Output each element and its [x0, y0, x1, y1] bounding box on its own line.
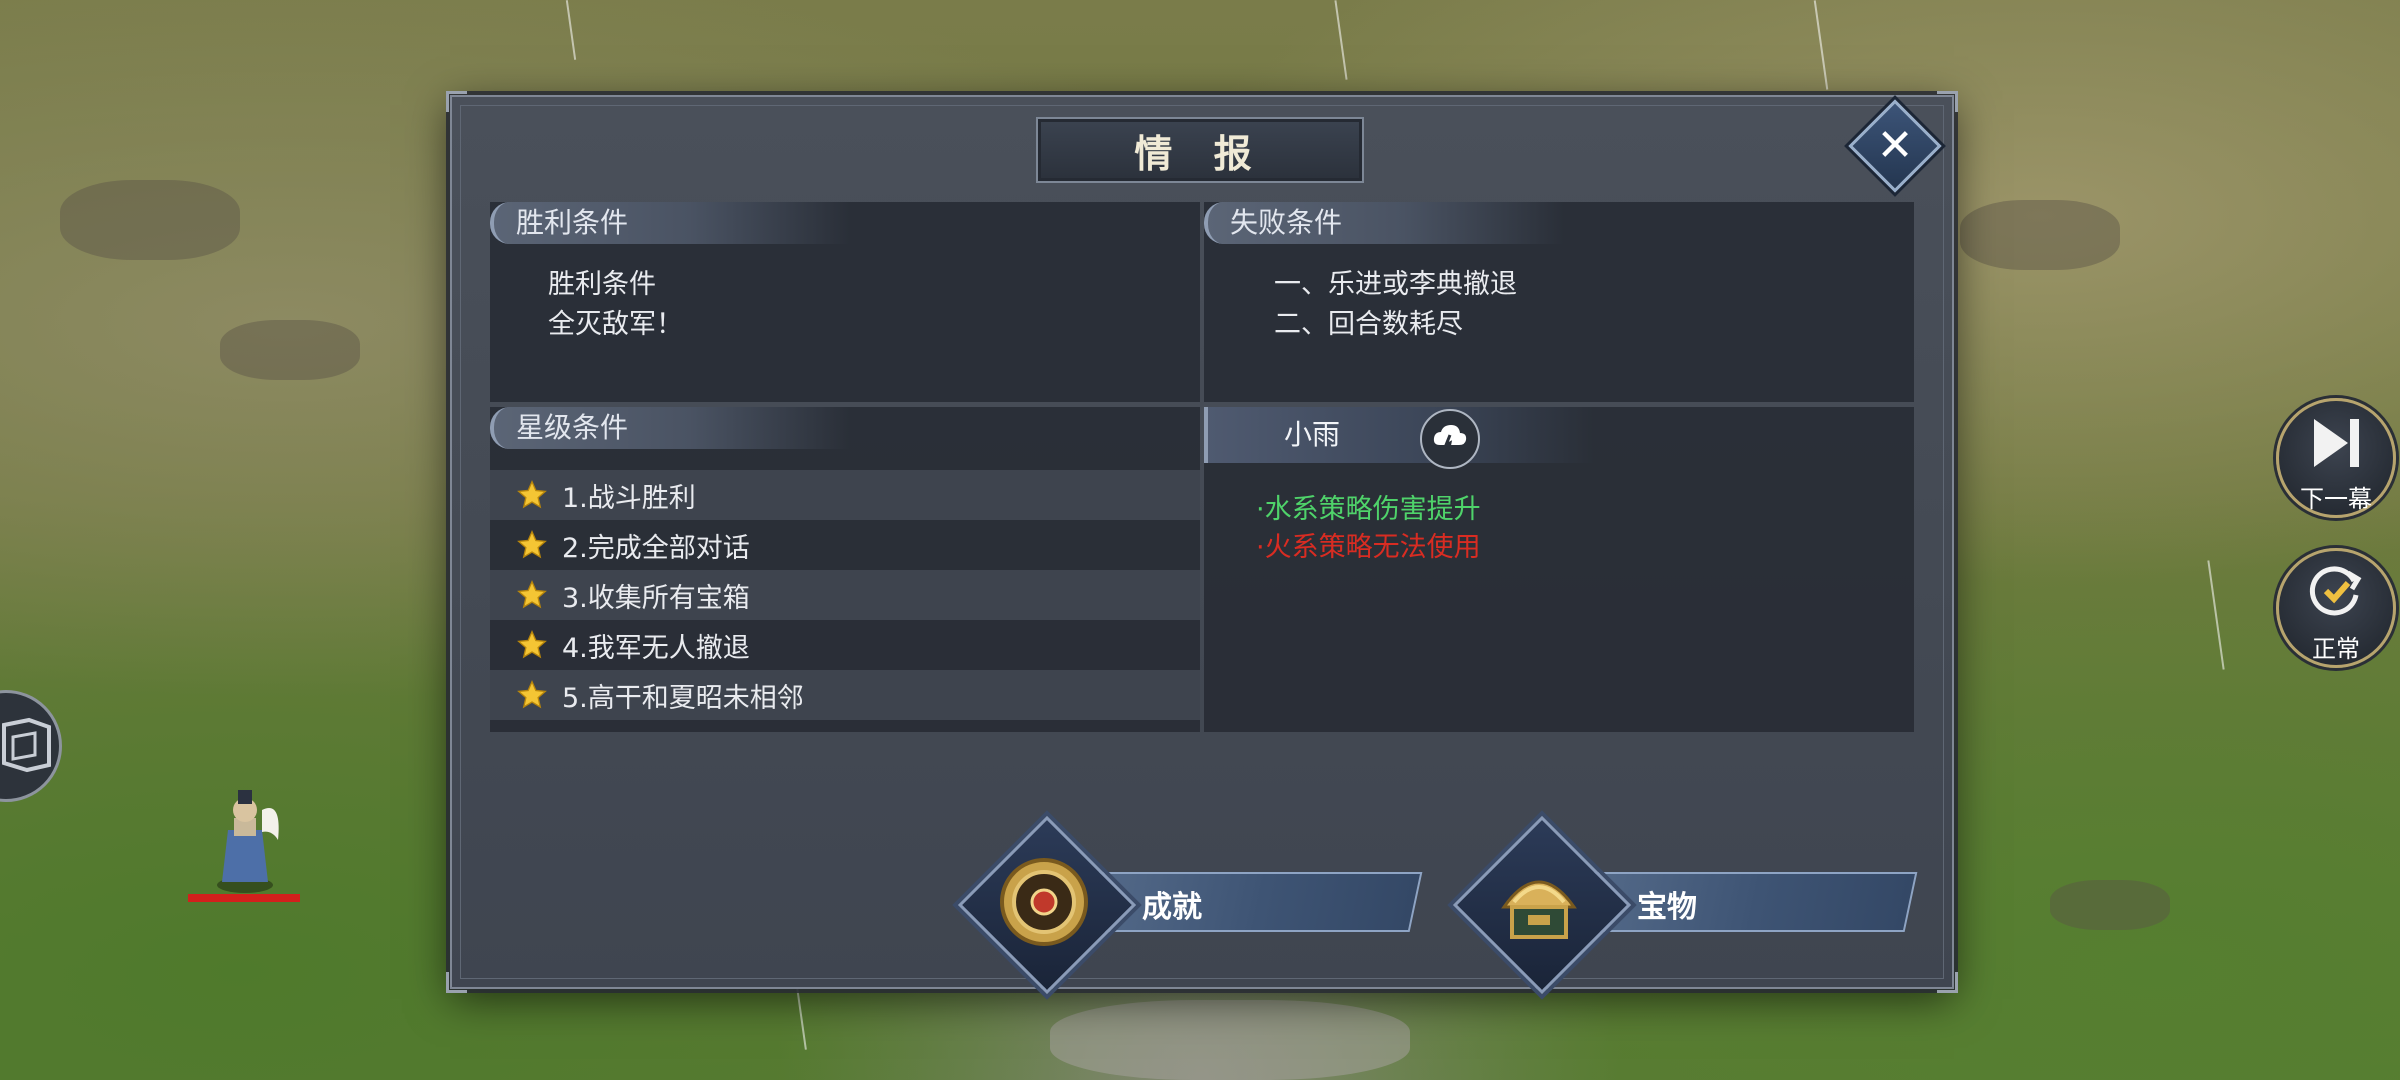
defeat-panel: 失败条件 一、乐进或李典撤退 二、回合数耗尽: [1204, 202, 1914, 402]
defeat-line: 一、乐进或李典撤退: [1274, 269, 1517, 300]
defeat-header: 失败条件: [1204, 202, 1564, 244]
treasure-icon: [1501, 880, 1577, 939]
rain-cloud-icon: [1420, 409, 1480, 469]
victory-panel: 胜利条件 胜利条件 全灭敌军！: [490, 202, 1200, 402]
weather-header: 小雨: [1204, 407, 1594, 463]
skip-forward-icon: [2314, 419, 2359, 467]
speed-button[interactable]: 正常: [2276, 548, 2396, 668]
star-condition-row: 3.收集所有宝箱: [490, 570, 1200, 620]
star-icon: [517, 680, 547, 709]
player-unit[interactable]: [188, 770, 300, 902]
rain-streak: [1813, 0, 1829, 90]
map-rock: [1050, 1000, 1410, 1080]
star-icon: [517, 630, 547, 659]
medal-icon: [1000, 858, 1088, 946]
dialog-corner: [1937, 91, 1958, 112]
map-icon: [2, 717, 51, 773]
star-condition-label: 2.完成全部对话: [562, 532, 750, 564]
rain-streak: [1334, 0, 1348, 80]
star-condition-row: 2.完成全部对话: [490, 520, 1200, 570]
star-condition-label: 4.我军无人撤退: [562, 632, 750, 664]
dialog-title: 情 报: [1036, 117, 1364, 183]
star-condition-row: 5.高干和夏昭未相邻: [490, 670, 1200, 720]
refresh-check-icon: [2309, 566, 2362, 616]
star-condition-row: 4.我军无人撤退: [490, 620, 1200, 670]
defeat-line: 二、回合数耗尽: [1274, 309, 1463, 340]
achievement-button[interactable]: 成就: [957, 815, 1423, 995]
left-menu-button[interactable]: [0, 690, 62, 802]
weather-effect-positive: ·水系策略伤害提升: [1256, 494, 1481, 525]
treasure-label: 宝物: [1637, 890, 1697, 925]
achievement-label: 成就: [1142, 890, 1202, 925]
map-rock: [2050, 880, 2170, 930]
map-rock: [1960, 200, 2120, 270]
victory-line: 胜利条件: [548, 269, 656, 300]
close-icon: ✕: [1876, 120, 1914, 171]
dialog-corner: [1937, 972, 1958, 993]
intel-dialog: 情 报 ✕ 胜利条件 胜利条件 全灭敌军！ 失败条件 一、乐进或李典撤退 二、回…: [446, 91, 1958, 995]
weather-effect-negative: ·火系策略无法使用: [1256, 532, 1481, 563]
rain-streak: [2207, 560, 2225, 670]
unit-health-bar: [188, 894, 300, 902]
victory-line: 全灭敌军！: [548, 309, 683, 340]
map-rock: [60, 180, 240, 260]
star-icon: [517, 480, 547, 509]
unit-sprite: [217, 790, 279, 893]
star-condition-label: 3.收集所有宝箱: [562, 582, 750, 614]
rain-streak: [565, 0, 577, 60]
weather-panel: 小雨 ·水系策略伤害提升 ·火系策略无法使用: [1204, 407, 1914, 732]
map-rock: [220, 320, 360, 380]
victory-header: 胜利条件: [490, 202, 850, 244]
close-button[interactable]: ✕: [1848, 99, 1942, 193]
speed-label: 正常: [2312, 635, 2360, 663]
star-condition-row: 1.战斗胜利: [490, 470, 1200, 520]
star-conditions-panel: 星级条件 1.战斗胜利 2.完成全部对话 3.收集所有宝箱 4.我军无人撤退 5…: [490, 407, 1200, 732]
star-icon: [517, 580, 547, 609]
dialog-corner: [446, 972, 467, 993]
star-condition-label: 1.战斗胜利: [562, 482, 696, 514]
rain-streak: [795, 980, 807, 1050]
next-scene-label: 下一幕: [2300, 485, 2372, 513]
dialog-corner: [446, 91, 467, 112]
star-conditions-header: 星级条件: [490, 407, 850, 449]
next-scene-button[interactable]: 下一幕: [2276, 398, 2396, 518]
star-condition-label: 5.高干和夏昭未相邻: [562, 682, 804, 714]
star-icon: [517, 530, 547, 559]
treasure-button[interactable]: 宝物: [1452, 815, 1918, 995]
